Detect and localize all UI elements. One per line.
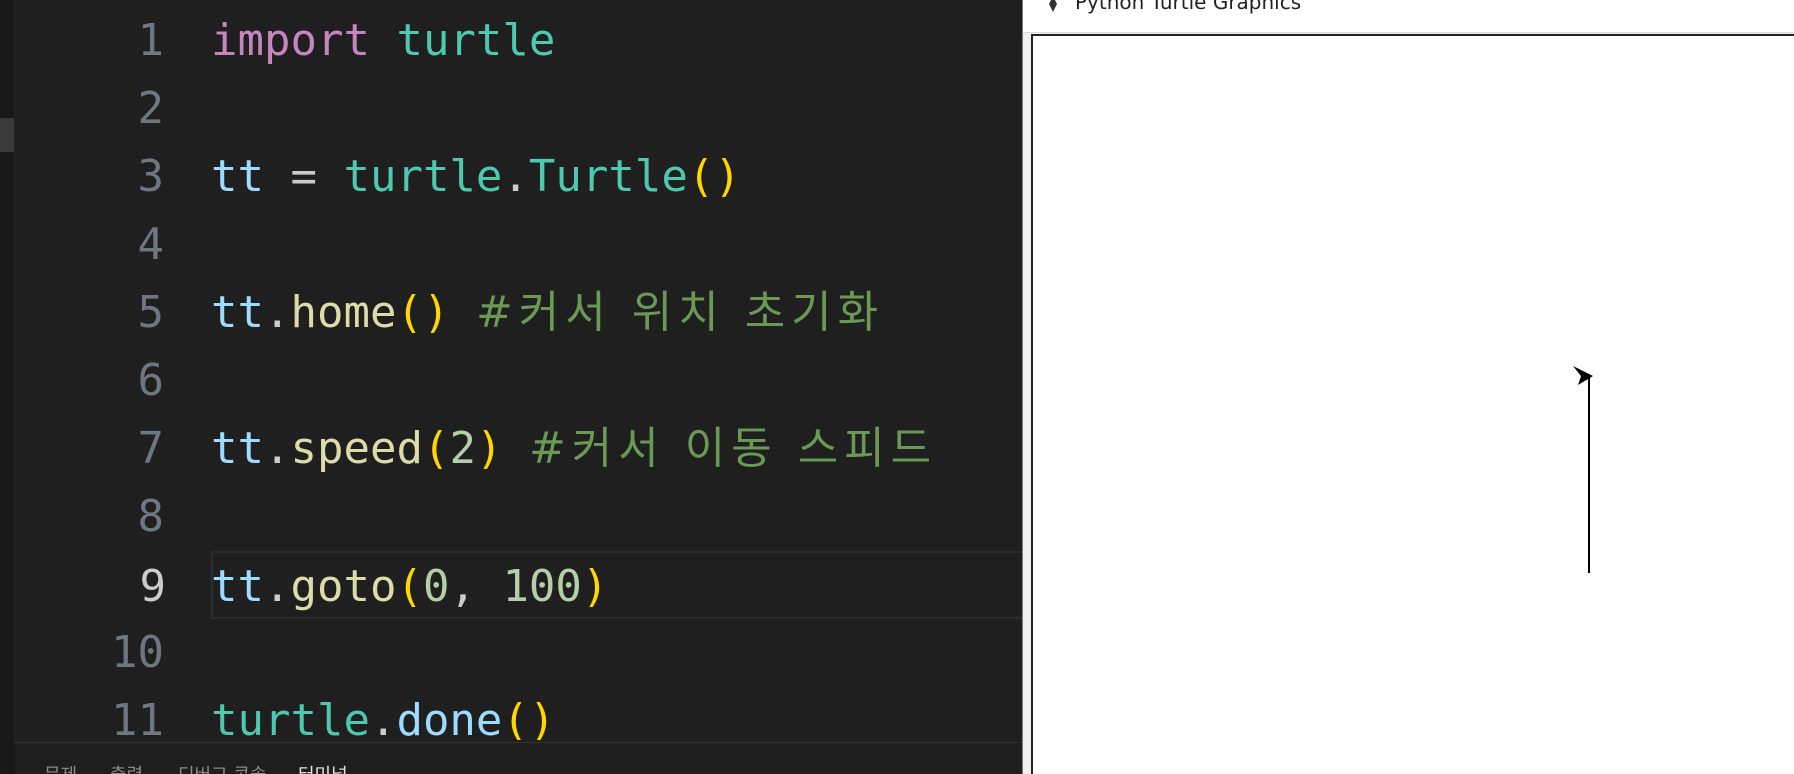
code-line[interactable]: 2 xyxy=(14,75,1022,143)
code-token: turtle xyxy=(211,695,370,740)
line-number: 9 xyxy=(139,561,167,612)
code-line[interactable]: 1 import turtle xyxy=(14,7,1022,75)
activity-strip xyxy=(0,0,14,774)
code-text[interactable]: import turtle xyxy=(211,7,555,75)
code-text[interactable]: tt.speed(2) #커서 이동 스피드 xyxy=(211,415,937,483)
code-token: () xyxy=(396,287,450,338)
panel-tab[interactable]: 출력 xyxy=(110,761,143,774)
code-token: ) xyxy=(475,423,503,474)
line-number: 8 xyxy=(137,491,165,542)
code-line[interactable]: 8 xyxy=(14,483,1022,551)
code-token: 2 xyxy=(449,423,476,474)
code-token: 0 xyxy=(422,561,450,612)
code-token: import xyxy=(211,15,370,66)
line-number: 1 xyxy=(137,15,165,66)
code-token: speed xyxy=(290,423,423,474)
code-token: #커서 위치 초기화 xyxy=(475,287,885,338)
code-token: turtle xyxy=(396,15,556,66)
screen: 1 import turtle 2 3 tt = turtle.Turtle() 4 5 tt… xyxy=(0,0,1794,774)
line-number: 10 xyxy=(111,627,164,678)
code-token: Turtle xyxy=(528,151,688,202)
code-text[interactable]: turtle.done() xyxy=(211,687,555,740)
code-token: . xyxy=(502,151,529,202)
code-token: . xyxy=(263,561,291,612)
turtle-window: Python Turtle Graphics xyxy=(1022,0,1794,774)
code-token: ( xyxy=(396,561,423,612)
code-token: . xyxy=(369,695,397,740)
panel-tab[interactable]: 디버그 콘솔 xyxy=(178,761,267,774)
code-token: , xyxy=(449,561,503,612)
panel-tab[interactable]: 터미널 xyxy=(298,761,348,774)
line-number: 3 xyxy=(137,151,165,202)
line-number: 11 xyxy=(111,695,164,740)
code-line[interactable]: 10 xyxy=(14,619,1022,687)
turtle-window-titlebar[interactable]: Python Turtle Graphics xyxy=(1023,0,1794,33)
code-line[interactable]: 7 tt.speed(2) #커서 이동 스피드 xyxy=(14,415,1022,483)
code-token: 100 xyxy=(502,561,582,612)
code-token: tt xyxy=(211,423,264,474)
code-text[interactable]: tt.home() #커서 위치 초기화 xyxy=(211,279,884,347)
code-token: . xyxy=(263,423,291,474)
code-token: goto xyxy=(290,561,397,612)
turtle-canvas xyxy=(1031,34,1794,774)
code-token: done xyxy=(396,695,503,740)
code-line[interactable]: 3 tt = turtle.Turtle() xyxy=(14,143,1022,211)
code-line[interactable]: 11 turtle.done() xyxy=(14,687,1022,740)
line-number: 7 xyxy=(137,423,165,474)
code-text[interactable]: tt = turtle.Turtle() xyxy=(211,143,741,211)
line-number: 4 xyxy=(137,219,165,270)
code-text[interactable]: tt.goto(0, 100) xyxy=(211,553,608,621)
code-token: () xyxy=(502,695,556,740)
code-token: tt xyxy=(211,287,264,338)
code-token: home xyxy=(290,287,397,338)
code-lines[interactable]: 1 import turtle 2 3 tt = turtle.Turtle() 4 5 tt… xyxy=(14,0,1022,740)
panel-tab[interactable]: 문제 xyxy=(44,761,77,774)
turtle-window-title: Python Turtle Graphics xyxy=(1075,0,1302,14)
code-token: #커서 이동 스피드 xyxy=(528,423,938,474)
code-token: ) xyxy=(581,561,609,612)
code-line[interactable]: 6 xyxy=(14,347,1022,415)
turtle-drawing xyxy=(1573,366,1593,573)
code-token: = xyxy=(263,151,344,202)
code-line[interactable]: 5 tt.home() #커서 위치 초기화 xyxy=(14,279,1022,347)
code-token: turtle xyxy=(343,151,503,202)
panel-tabs: 문제 출력 디버그 콘솔 터미널 xyxy=(14,742,1022,774)
line-number: 2 xyxy=(137,83,165,134)
code-token: () xyxy=(687,151,741,202)
code-token: tt xyxy=(211,151,264,202)
code-line[interactable]: 9 tt.goto(0, 100) xyxy=(140,551,1022,621)
code-editor[interactable]: 1 import turtle 2 3 tt = turtle.Turtle() 4 5 tt… xyxy=(0,0,1022,774)
code-line[interactable]: 4 xyxy=(14,211,1022,279)
line-number: 5 xyxy=(137,287,165,338)
code-token: ( xyxy=(422,423,450,474)
activity-marker xyxy=(0,118,14,152)
code-token: tt xyxy=(211,561,264,612)
line-number: 6 xyxy=(137,355,165,406)
feather-icon xyxy=(1049,0,1057,12)
code-token: . xyxy=(263,287,291,338)
